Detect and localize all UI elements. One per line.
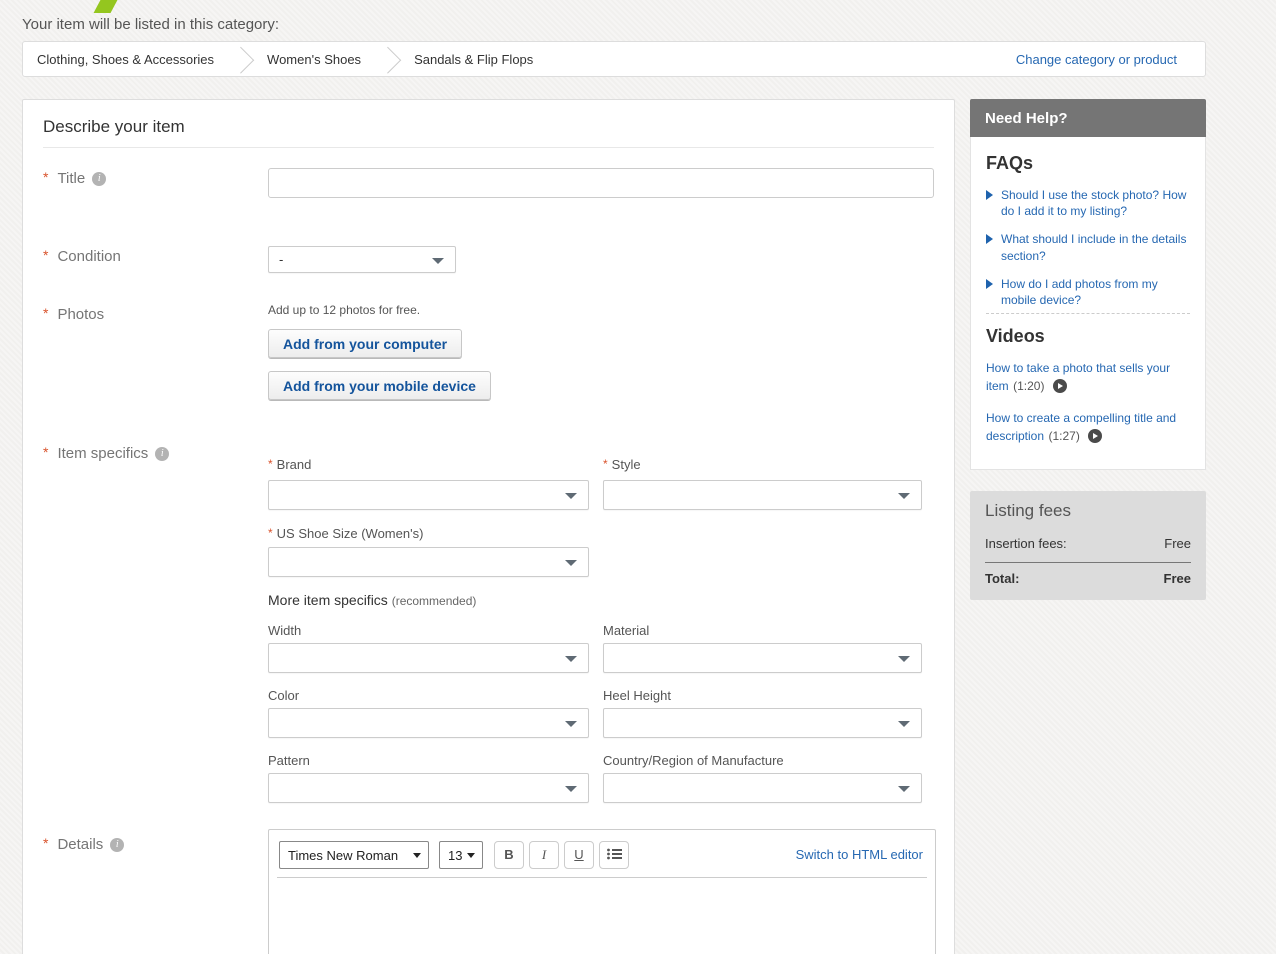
dropdown-arrow-icon xyxy=(565,786,577,792)
info-icon[interactable]: i xyxy=(110,838,124,852)
brand-dropdown[interactable] xyxy=(268,480,589,510)
breadcrumb: Clothing, Shoes & Accessories Women's Sh… xyxy=(22,41,1206,77)
dropdown-arrow-icon xyxy=(565,560,577,566)
color-dropdown[interactable] xyxy=(268,708,589,738)
country-label: Country/Region of Manufacture xyxy=(603,753,784,768)
breadcrumb-item-2: Women's Shoes xyxy=(267,52,361,67)
total-value: Free xyxy=(1164,571,1191,586)
category-note: Your item will be listed in this categor… xyxy=(22,16,279,33)
need-help-header: Need Help? xyxy=(970,99,1206,137)
pattern-label: Pattern xyxy=(268,753,310,768)
add-from-mobile-button[interactable]: Add from your mobile device xyxy=(268,371,491,400)
video-list: How to take a photo that sells your item… xyxy=(986,359,1195,459)
listing-fees-box: Listing fees Insertion fees: Free Total:… xyxy=(970,491,1206,600)
insertion-fees-label: Insertion fees: xyxy=(985,536,1067,551)
play-icon[interactable] xyxy=(1053,379,1067,393)
info-icon[interactable]: i xyxy=(92,172,106,186)
total-label: Total: xyxy=(985,571,1019,586)
font-size-select[interactable]: 13 xyxy=(439,841,483,869)
color-label: Color xyxy=(268,688,299,703)
photos-note: Add up to 12 photos for free. xyxy=(268,303,420,317)
shoe-size-label: * US Shoe Size (Women's) xyxy=(268,526,423,541)
switch-html-editor-link[interactable]: Switch to HTML editor xyxy=(796,847,923,862)
ebay-logo-swoosh-icon xyxy=(94,0,118,13)
describe-item-card: Describe your item * Title i * Condition… xyxy=(22,99,955,954)
faq-arrow-icon xyxy=(986,190,993,200)
bullet-list-button[interactable] xyxy=(599,841,629,869)
underline-button[interactable]: U xyxy=(564,841,594,869)
dropdown-arrow-icon xyxy=(565,656,577,662)
divider xyxy=(43,147,934,148)
brand-label: * Brand xyxy=(268,457,311,472)
video-link[interactable]: How to take a photo that sells your item… xyxy=(986,359,1195,395)
dropdown-arrow-icon xyxy=(565,721,577,727)
more-specifics-label: More item specifics (recommended) xyxy=(268,592,476,608)
width-dropdown[interactable] xyxy=(268,643,589,673)
italic-button[interactable]: I xyxy=(529,841,559,869)
listing-fees-title: Listing fees xyxy=(985,501,1071,521)
faq-link[interactable]: What should I include in the details sec… xyxy=(986,231,1195,263)
condition-label: * Condition xyxy=(43,248,121,265)
dropdown-arrow-icon xyxy=(898,786,910,792)
faq-list: Should I use the stock photo? How do I a… xyxy=(986,187,1195,320)
details-text-area[interactable] xyxy=(269,878,935,954)
dropdown-arrow-icon xyxy=(898,656,910,662)
chevron-separator-icon xyxy=(374,46,401,73)
insertion-fees-row: Insertion fees: Free xyxy=(985,536,1191,551)
font-select[interactable]: Times New Roman xyxy=(279,841,429,869)
width-label: Width xyxy=(268,623,301,638)
bullet-list-icon xyxy=(607,848,622,860)
help-panel: Need Help? FAQs Should I use the stock p… xyxy=(970,99,1206,470)
info-icon[interactable]: i xyxy=(155,447,169,461)
add-from-computer-button[interactable]: Add from your computer xyxy=(268,329,462,358)
help-body: FAQs Should I use the stock photo? How d… xyxy=(970,137,1206,470)
change-category-link[interactable]: Change category or product xyxy=(1016,52,1177,67)
style-dropdown[interactable] xyxy=(603,480,922,510)
dropdown-arrow-icon xyxy=(898,493,910,499)
condition-value: - xyxy=(279,252,283,267)
editor-toolbar: Times New Roman 13 B I U xyxy=(269,830,935,877)
condition-dropdown[interactable]: - xyxy=(268,246,456,273)
play-icon[interactable] xyxy=(1088,429,1102,443)
heel-height-dropdown[interactable] xyxy=(603,708,922,738)
material-dropdown[interactable] xyxy=(603,643,922,673)
select-caret-icon xyxy=(467,853,475,858)
title-input[interactable] xyxy=(268,168,934,198)
total-fees-row: Total: Free xyxy=(985,571,1191,586)
listing-page: Your item will be listed in this categor… xyxy=(0,0,1276,954)
country-dropdown[interactable] xyxy=(603,773,922,803)
divider xyxy=(986,313,1190,314)
dropdown-arrow-icon xyxy=(565,493,577,499)
breadcrumb-item-1: Clothing, Shoes & Accessories xyxy=(37,52,214,67)
faq-arrow-icon xyxy=(986,279,993,289)
required-marker: * xyxy=(43,169,48,185)
breadcrumb-item-3: Sandals & Flip Flops xyxy=(414,52,533,67)
details-label: * Details i xyxy=(43,836,124,853)
divider xyxy=(985,562,1191,563)
style-label: * Style xyxy=(603,457,641,472)
item-specifics-label: * Item specifics i xyxy=(43,445,169,462)
dropdown-arrow-icon xyxy=(432,258,444,264)
card-title: Describe your item xyxy=(43,117,185,137)
heel-height-label: Heel Height xyxy=(603,688,671,703)
photos-label: * Photos xyxy=(43,306,104,323)
pattern-dropdown[interactable] xyxy=(268,773,589,803)
recommended-note: (recommended) xyxy=(392,594,477,608)
faq-arrow-icon xyxy=(986,234,993,244)
faq-link[interactable]: How do I add photos from my mobile devic… xyxy=(986,276,1195,308)
title-label: * Title i xyxy=(43,170,106,187)
videos-title: Videos xyxy=(986,326,1045,347)
details-editor: Times New Roman 13 B I U xyxy=(268,829,936,954)
chevron-separator-icon xyxy=(227,46,254,73)
insertion-fees-value: Free xyxy=(1164,536,1191,551)
faq-link[interactable]: Should I use the stock photo? How do I a… xyxy=(986,187,1195,219)
shoe-size-dropdown[interactable] xyxy=(268,547,589,577)
select-caret-icon xyxy=(413,853,421,858)
bold-button[interactable]: B xyxy=(494,841,524,869)
material-label: Material xyxy=(603,623,649,638)
video-link[interactable]: How to create a compelling title and des… xyxy=(986,409,1195,445)
dropdown-arrow-icon xyxy=(898,721,910,727)
faqs-title: FAQs xyxy=(986,153,1033,174)
